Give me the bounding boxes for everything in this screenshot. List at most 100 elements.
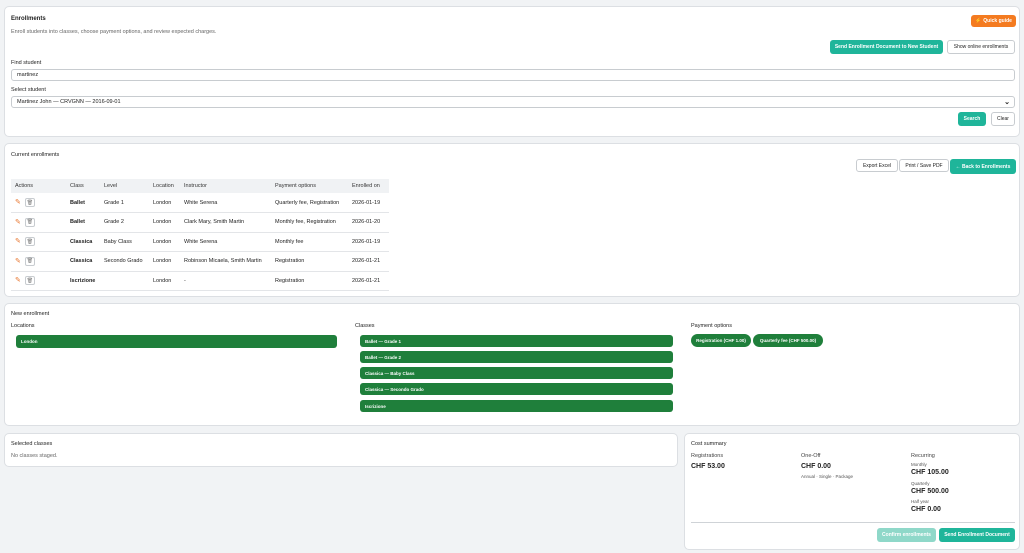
col-level: Level [100,179,149,193]
cell-location: London [149,193,180,213]
cell-enrolled: 2026-01-19 [348,232,389,252]
cell-instructor: White Serena [180,193,271,213]
select-student-dropdown[interactable]: Martinez John — CRVGNN — 2016-09-01 ⌄ [11,96,1015,108]
class-option[interactable]: Ballet — Grade 1 [360,335,673,347]
enrollments-table: Actions Class Level Location Instructor … [11,179,389,291]
quick-guide-label: Quick guide [983,18,1012,24]
edit-icon[interactable]: ✎ [15,238,21,245]
col-location: Location [149,179,180,193]
chevron-down-icon: ⌄ [1004,99,1010,106]
cell-instructor: - [180,271,271,291]
table-header-row: Actions Class Level Location Instructor … [11,179,389,193]
class-option[interactable]: Iscrizione [360,400,673,412]
find-student-value: martinez [17,72,39,78]
edit-icon[interactable]: ✎ [15,199,21,206]
clear-button[interactable]: Clear [991,112,1015,126]
bolt-icon: ⚡ [975,18,982,24]
payment-options-label: Payment options [691,323,732,329]
new-enrollment-card: New enrollment Locations London Classes … [4,303,1020,426]
col-instructor: Instructor [180,179,271,193]
edit-icon[interactable]: ✎ [15,258,21,265]
quick-guide-button[interactable]: ⚡ Quick guide [971,15,1016,27]
search-button[interactable]: Search [958,112,986,126]
selected-classes-empty: No classes staged. [11,453,58,459]
halfyear-amount: CHF 0.00 [911,506,941,513]
payment-option-registration[interactable]: Registration (CHF 1.00) [691,334,751,347]
current-enrollments-title: Current enrollments [11,152,60,158]
find-student-label: Find student [11,60,42,66]
cost-summary-card: Cost summary Registrations CHF 53.00 One… [684,433,1020,550]
cost-summary-title: Cost summary [691,441,727,447]
select-student-value: Martinez John — CRVGNN — 2016-09-01 [17,99,121,105]
cost-divider [691,522,1015,523]
cell-level: Baby Class [100,232,149,252]
class-option[interactable]: Classica — Baby Class [360,367,673,379]
location-option-london[interactable]: London [16,335,337,348]
class-option[interactable]: Classica — Secondo Grado [360,383,673,395]
cell-enrolled: 2026-01-19 [348,193,389,213]
cell-payment: Monthly fee, Registration [271,212,348,233]
send-enrollment-doc-button[interactable]: Send Enrollment Document [939,528,1015,542]
cell-class: Ballet [66,212,100,233]
quarterly-label: Quarterly [911,481,930,486]
cell-enrolled: 2026-01-21 [348,271,389,291]
cell-level: Grade 2 [100,212,149,233]
col-payment: Payment options [271,179,348,193]
page-subtitle: Enroll students into classes, choose pay… [11,29,217,35]
print-pdf-button[interactable]: Print / Save PDF [899,159,949,172]
cell-location: London [149,212,180,233]
col-actions: Actions [11,179,66,193]
find-student-input[interactable]: martinez [11,69,1015,81]
locations-label: Locations [11,323,35,329]
trash-icon[interactable]: 🗑 [24,276,35,286]
trash-icon[interactable]: 🗑 [24,256,35,266]
trash-icon[interactable]: 🗑 [24,217,35,227]
table-row: ✎ 🗑 Classica Baby Class London White Sere… [11,232,389,252]
cell-class: Classica [66,232,100,252]
table-row: ✎ 🗑 Classica Secondo Grado London Robinso… [11,251,389,272]
cell-location: London [149,271,180,291]
cell-location: London [149,251,180,272]
cell-payment: Monthly fee [271,232,348,252]
registrations-label: Registrations [691,453,724,459]
registrations-amount: CHF 53.00 [691,463,725,470]
cell-class: Classica [66,251,100,272]
cell-class: Ballet [66,193,100,213]
confirm-enrollments-button[interactable]: Confirm enrollments [877,528,936,542]
quarterly-amount: CHF 500.00 [911,488,949,495]
trash-icon[interactable]: 🗑 [24,237,35,247]
select-student-label: Select student [11,87,46,93]
oneoff-amount: CHF 0.00 [801,463,831,470]
back-to-enrollments-button[interactable]: ← Back to Enrollments [950,159,1016,174]
current-enrollments-card: Current enrollments Export Excel Print /… [4,143,1020,297]
cell-level: Secondo Grado [100,251,149,272]
cell-payment: Registration [271,251,348,272]
send-enrollment-doc-new-button[interactable]: Send Enrollment Document to New Student [830,40,943,54]
col-class: Class [66,179,100,193]
table-row: ✎ 🗑 Iscrizione London - Registration 2026… [11,271,389,291]
trash-icon[interactable]: 🗑 [24,198,35,207]
cell-enrolled: 2026-01-20 [348,212,389,233]
export-excel-button[interactable]: Export Excel [856,159,898,172]
monthly-label: Monthly [911,462,927,467]
col-enrolled: Enrolled on [348,179,389,193]
table-row: ✎ 🗑 Ballet Grade 2 London Clark Mary, Smi… [11,212,389,233]
recurring-label: Recurring [911,453,935,459]
page-title: Enrollments [11,16,46,22]
halfyear-label: Half year [911,499,930,504]
cell-instructor: Robinson Micaela, Smith Martin [180,251,271,272]
edit-icon[interactable]: ✎ [15,277,21,284]
oneoff-label: One-Off [801,453,821,459]
cell-enrolled: 2026-01-21 [348,251,389,272]
payment-option-quarterly[interactable]: Quarterly fee (CHF 500.00) [753,334,823,347]
cell-payment: Quarterly fee, Registration [271,193,348,213]
cell-location: London [149,232,180,252]
selected-classes-card: Selected classes No classes staged. [4,433,678,467]
new-enrollment-title: New enrollment [11,311,50,317]
classes-label: Classes [355,323,375,329]
enrollments-card: Enrollments Enroll students into classes… [4,6,1020,137]
class-option[interactable]: Ballet — Grade 2 [360,351,673,363]
show-online-enrollments-button[interactable]: Show online enrollments [947,40,1015,54]
cell-level: Grade 1 [100,193,149,213]
edit-icon[interactable]: ✎ [15,219,21,226]
